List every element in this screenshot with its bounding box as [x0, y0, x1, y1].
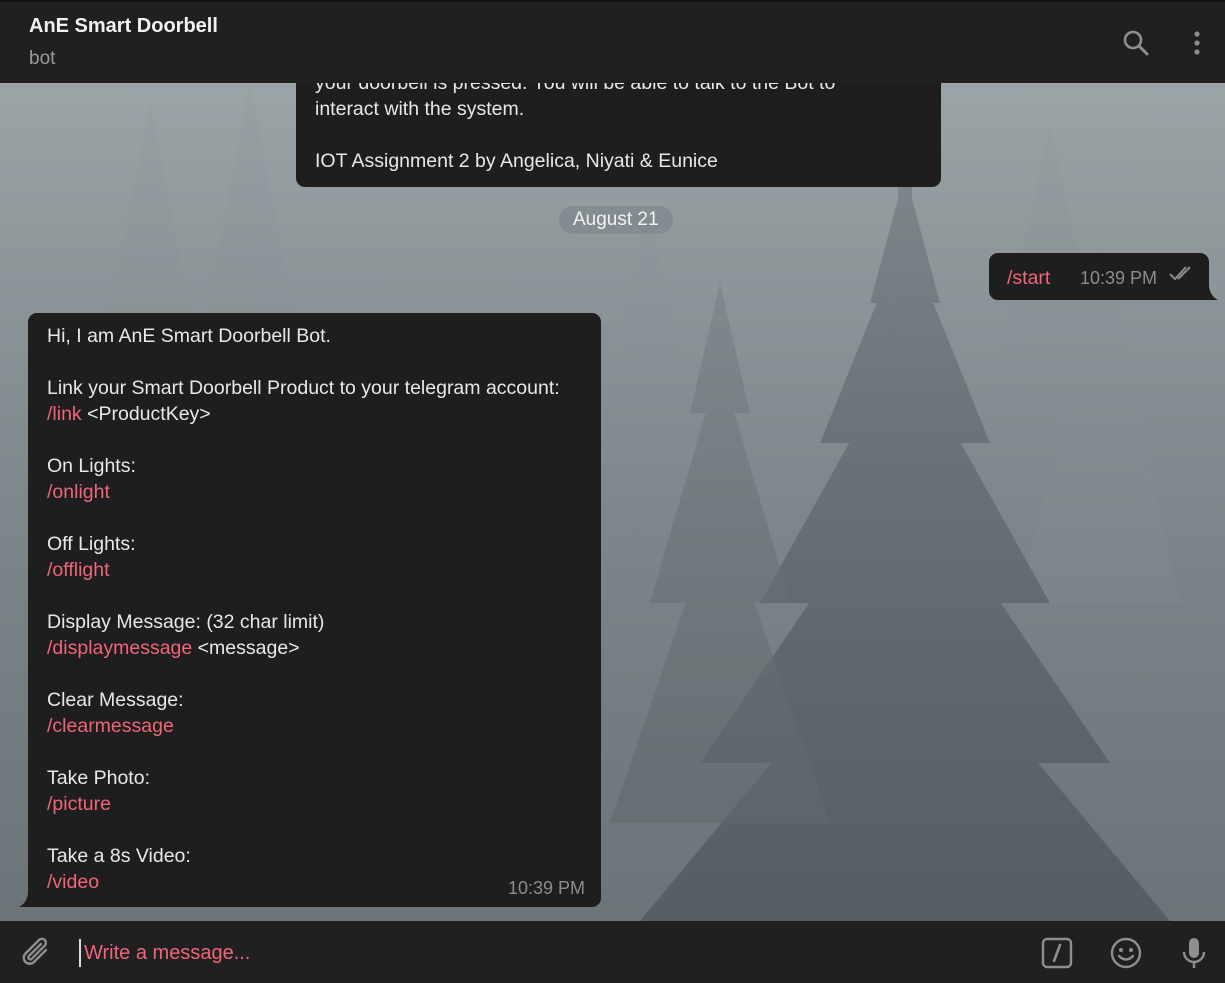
displaymessage-label: Display Message: (32 char limit) [47, 611, 325, 633]
displaymessage-command[interactable]: /displaymessage [47, 637, 192, 659]
message-list[interactable]: your doorbell is pressed. You will be ab… [0, 83, 1225, 921]
more-vertical-icon[interactable] [1180, 26, 1214, 60]
date-separator[interactable]: August 21 [559, 206, 673, 234]
chat-header: AnE Smart Doorbell bot [0, 0, 1225, 83]
video-label: Take a 8s Video: [47, 845, 191, 867]
microphone-icon[interactable] [1177, 936, 1211, 970]
greeting-text: Hi, I am AnE Smart Doorbell Bot. [47, 325, 331, 347]
video-command[interactable]: /video [47, 871, 99, 893]
link-argument: <ProductKey> [81, 403, 211, 425]
link-command[interactable]: /link [47, 403, 82, 425]
intro-line-1: your doorbell is pressed. You will be ab… [315, 83, 836, 94]
bot-command-icon[interactable] [1040, 936, 1074, 970]
paperclip-icon[interactable] [20, 936, 54, 970]
outgoing-message-bubble[interactable]: /start 10:39 PM [989, 253, 1209, 300]
offlight-command[interactable]: /offlight [47, 559, 110, 581]
intro-line-2: interact with the system. [315, 98, 525, 120]
double-check-icon [1169, 261, 1195, 287]
start-command-link[interactable]: /start [1007, 267, 1050, 289]
chat-subtitle: bot [29, 48, 56, 69]
incoming-message-bubble[interactable]: Hi, I am AnE Smart Doorbell Bot. Link yo… [28, 313, 601, 907]
offlight-label: Off Lights: [47, 533, 136, 555]
bubble-tail [1206, 286, 1218, 300]
message-time: 10:39 PM [1079, 268, 1157, 288]
displaymessage-argument: <message> [192, 637, 300, 659]
chat-title[interactable]: AnE Smart Doorbell [29, 15, 218, 38]
clearmessage-label: Clear Message: [47, 689, 184, 711]
picture-command[interactable]: /picture [47, 793, 111, 815]
search-icon[interactable] [1119, 26, 1153, 60]
intro-line-3: IOT Assignment 2 by Angelica, Niyati & E… [315, 150, 718, 172]
picture-label: Take Photo: [47, 767, 150, 789]
bubble-tail [19, 893, 31, 907]
clearmessage-command[interactable]: /clearmessage [47, 715, 174, 737]
message-input[interactable]: Write a message... [79, 939, 999, 967]
link-label: Link your Smart Doorbell Product to your… [47, 377, 560, 399]
emoji-icon[interactable] [1109, 936, 1143, 970]
onlight-command[interactable]: /onlight [47, 481, 110, 503]
onlight-label: On Lights: [47, 455, 136, 477]
composer-bar: Write a message... [0, 921, 1225, 983]
message-time: 10:39 PM [507, 878, 585, 898]
intro-message-bubble[interactable]: your doorbell is pressed. You will be ab… [296, 83, 941, 187]
